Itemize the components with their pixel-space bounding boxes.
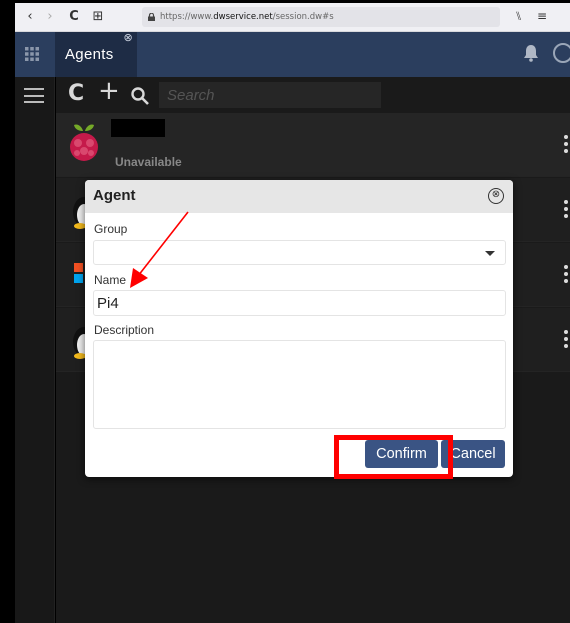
address-bar[interactable]: https://www.dwservice.net/session.dw#s: [142, 7, 500, 27]
search-input[interactable]: [159, 82, 381, 108]
agent-menu-icon[interactable]: [564, 265, 568, 283]
reload-button[interactable]: C: [65, 8, 83, 26]
search-icon[interactable]: [130, 86, 150, 106]
side-rail: [15, 77, 55, 623]
add-icon[interactable]: +: [98, 78, 120, 104]
agent-menu-icon[interactable]: [564, 200, 568, 218]
agent-status: Unavailable: [115, 155, 182, 169]
close-icon[interactable]: ⊗: [488, 188, 504, 204]
agents-toolbar: C +: [56, 77, 570, 113]
name-field[interactable]: [93, 290, 506, 316]
refresh-icon[interactable]: C: [68, 83, 84, 105]
tab-agents-label: Agents: [65, 46, 114, 63]
annotation-arrow: [130, 211, 189, 288]
browser-toolbar: ‹ › C ⊞ https://www.dwservice.net/sessio…: [15, 3, 570, 32]
lock-icon: [148, 13, 155, 21]
agent-name-redacted: [111, 119, 165, 137]
forward-button[interactable]: ›: [41, 8, 59, 26]
bell-icon[interactable]: [523, 44, 539, 62]
url-prefix: https://www.: [160, 12, 214, 22]
url-path: /session.dw#s: [272, 12, 334, 22]
new-tab-button[interactable]: ⊞: [89, 8, 107, 26]
hamburger-menu-icon[interactable]: [24, 88, 44, 103]
agent-menu-icon[interactable]: [564, 135, 568, 153]
tab-agents[interactable]: Agents ⊗: [55, 32, 137, 77]
description-label: Description: [94, 323, 155, 337]
back-button[interactable]: ‹: [21, 8, 39, 26]
tab-close-icon[interactable]: ⊗: [123, 32, 133, 44]
apps-grid-icon[interactable]: [25, 47, 39, 61]
logout-icon[interactable]: [553, 43, 570, 63]
app-header: Agents ⊗: [15, 32, 570, 77]
agent-row[interactable]: Unavailable: [56, 113, 570, 177]
url-domain: dwservice.net: [213, 12, 273, 22]
agent-menu-icon[interactable]: [564, 330, 568, 348]
annotation-highlight-box: [334, 435, 453, 479]
menu-icon[interactable]: ≡: [537, 9, 547, 23]
chevron-down-icon: [485, 251, 495, 256]
raspberry-pi-icon: [70, 124, 98, 161]
library-icon[interactable]: ⑊: [515, 9, 522, 23]
description-field[interactable]: [93, 340, 506, 429]
